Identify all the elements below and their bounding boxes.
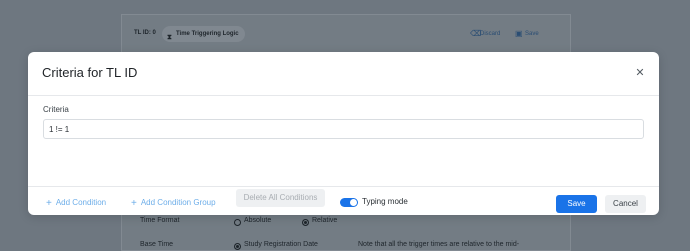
chip-label: Time Triggering Logic <box>176 31 239 37</box>
option-study-registration-date: Study Registration Date <box>244 241 318 248</box>
time-format-label: Time Format <box>140 217 180 224</box>
criteria-label: Criteria <box>43 105 69 114</box>
cancel-button[interactable]: Cancel <box>605 195 646 213</box>
criteria-modal: Criteria for TL ID ✕ Criteria +Add Condi… <box>28 52 659 215</box>
close-icon[interactable]: ✕ <box>633 66 647 80</box>
plus-icon: + <box>46 198 52 209</box>
criteria-input[interactable] <box>43 119 644 139</box>
delete-all-conditions-button[interactable]: Delete All Conditions <box>236 189 325 207</box>
discard-button[interactable]: Discard <box>480 31 500 37</box>
tl-id-label: TL ID: 0 <box>134 30 156 36</box>
typing-mode-toggle[interactable] <box>340 198 358 207</box>
radio-absolute[interactable] <box>234 219 241 226</box>
plus-icon: + <box>131 198 137 209</box>
option-relative: Relative <box>312 217 338 224</box>
modal-footer: + Add Condition + Add Condition Group Dele… <box>28 186 659 216</box>
add-condition-label: Add Condition <box>55 198 107 207</box>
add-condition-button[interactable]: + Add Condition <box>46 197 107 209</box>
floppy-icon: ▣ <box>515 29 523 38</box>
save-button[interactable]: Save <box>556 195 597 213</box>
typing-mode-label: Typing mode <box>362 197 408 206</box>
modal-title: Criteria for TL ID <box>42 65 138 80</box>
modal-header: Criteria for TL ID ✕ <box>28 52 659 96</box>
radio-relative[interactable] <box>302 219 309 226</box>
add-condition-group-label: Add Condition Group <box>140 198 216 207</box>
add-condition-group-button[interactable]: + Add Condition Group <box>131 197 216 209</box>
hourglass-icon: ⧗ <box>167 34 172 41</box>
time-triggering-logic-chip: ⧗ Time Triggering Logic <box>162 26 245 42</box>
toggle-knob <box>350 199 357 206</box>
background-header: TL ID: 0 ⧗ Time Triggering Logic ⌫ Disca… <box>122 15 570 53</box>
base-time-note: Note that all the trigger times are rela… <box>358 241 520 248</box>
option-absolute: Absolute <box>244 217 272 224</box>
base-time-label: Base Time <box>140 241 174 248</box>
background-save-button[interactable]: Save <box>525 31 539 37</box>
